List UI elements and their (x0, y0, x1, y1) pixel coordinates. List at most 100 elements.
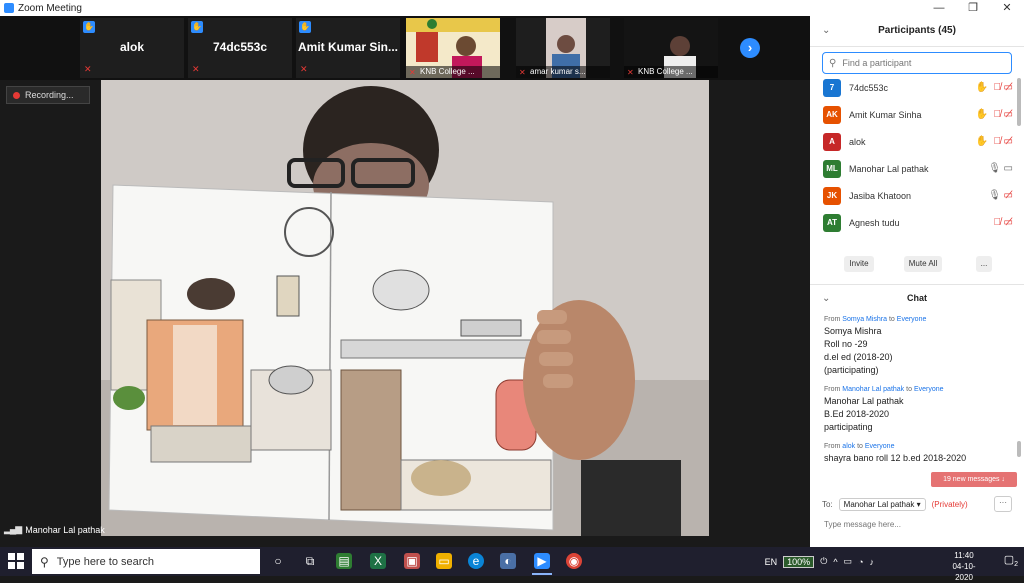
chat-message-meta: From alok to Everyone (824, 443, 895, 450)
recording-indicator[interactable]: Recording... (6, 86, 90, 104)
mic-muted-icon: ✕ (192, 64, 200, 74)
raised-hand-icon: ✋ (975, 109, 988, 120)
participant-row[interactable]: JK Jasiba Khatoon 🎙 ▭̸ (810, 184, 1015, 211)
windows-start-icon[interactable] (8, 553, 24, 569)
cortana-icon[interactable]: ○ (270, 553, 286, 569)
participant-name: 74dc553c (849, 83, 889, 93)
edge-icon[interactable]: e (468, 553, 484, 569)
participant-search-input[interactable] (840, 57, 1005, 69)
recipient-dropdown[interactable]: Manohar Lal pathak ▾ (838, 497, 926, 511)
window-title: Zoom Meeting (18, 2, 82, 14)
participant-row[interactable]: AK Amit Kumar Sinha ✋ 🎙̸ ▭̸ (810, 103, 1015, 130)
excel-icon[interactable]: X (370, 553, 386, 569)
close-button[interactable]: ✕ (990, 0, 1024, 16)
participant-row[interactable]: 7 74dc553c ✋ 🎙̸ ▭̸ (810, 76, 1015, 103)
battery-percentage[interactable]: 100% (783, 555, 815, 568)
chat-title: Chat (907, 293, 927, 303)
speaker-video-feed (101, 80, 709, 536)
participant-tile[interactable]: ✋ Amit Kumar Sin... ✕ (296, 18, 400, 78)
video-tile[interactable]: amar kumar s... ✕ (516, 18, 610, 78)
meeting-stage: ✋ alok ✕ ✋ 74dc553c ✕ ✋ Amit Kumar Sin..… (0, 16, 810, 547)
chat-line: B.Ed 2018-2020 (824, 409, 890, 419)
participant-name: Agnesh tudu (849, 218, 900, 228)
video-tile-caption: KNB College ... (624, 66, 718, 78)
video-tile[interactable]: KNB College ... ✕ (406, 18, 500, 78)
minimize-button[interactable]: — (922, 0, 956, 16)
clock-time: 11:40 (954, 551, 974, 560)
active-speaker-name: Manohar Lal pathak (25, 524, 105, 535)
mic-muted-icon[interactable]: 🎙̸ (994, 217, 1002, 228)
search-icon: ⚲ (829, 57, 837, 69)
chat-header: ⌄ Chat (810, 284, 1024, 311)
participant-strip: ✋ alok ✕ ✋ 74dc553c ✕ ✋ Amit Kumar Sin..… (0, 16, 810, 80)
chat-message-input[interactable] (822, 516, 1016, 532)
window-controls: — ❐ ✕ (922, 0, 1024, 16)
participant-name: Manohar Lal pathak (849, 164, 929, 174)
store-icon[interactable]: ▤ (336, 553, 352, 569)
power-icon[interactable]: ⏻ (820, 556, 827, 567)
video-tile[interactable]: KNB College ... ✕ (624, 18, 718, 78)
battery-icon[interactable]: ▭ (844, 556, 853, 567)
avatar: JK (823, 187, 841, 205)
raised-hand-icon: ✋ (299, 21, 311, 33)
invite-button[interactable]: Invite (844, 256, 874, 272)
participant-tile-name: 74dc553c (212, 40, 268, 54)
language-indicator[interactable]: EN (765, 557, 778, 567)
zoom-taskbar-icon[interactable]: ▶ (532, 553, 552, 575)
camera-on-icon[interactable]: ▭ (1004, 163, 1013, 174)
zoom-app-icon (4, 3, 14, 13)
avatar: AT (823, 214, 841, 232)
mic-muted-icon[interactable]: 🎙̸ (994, 136, 1002, 147)
app-icon[interactable]: ◐ (500, 553, 516, 569)
camera-off-icon[interactable]: ▭̸ (1004, 82, 1013, 93)
maximize-button[interactable]: ❐ (956, 0, 990, 16)
task-view-icon[interactable]: ⧉ (302, 553, 318, 569)
mute-all-button[interactable]: Mute All (904, 256, 942, 272)
chat-line: Manohar Lal pathak (824, 396, 904, 406)
taskbar-search[interactable]: ⚲ Type here to search (32, 549, 260, 574)
mic-muted-icon[interactable]: 🎙̸ (994, 109, 1002, 120)
volume-icon[interactable]: ♪ (870, 557, 875, 567)
chrome-icon[interactable]: ◉ (566, 553, 582, 569)
mic-muted-icon: ✕ (519, 68, 526, 77)
camera-off-icon[interactable]: ▭̸ (1004, 190, 1013, 201)
title-bar: Zoom Meeting — ❐ ✕ (0, 0, 1024, 16)
notification-center-icon[interactable]: ▢2 (1004, 553, 1018, 568)
raised-hand-icon: ✋ (975, 136, 988, 147)
participant-search[interactable]: ⚲ (822, 52, 1012, 74)
camera-off-icon[interactable]: ▭̸ (1004, 217, 1013, 228)
camera-off-icon[interactable]: ▭̸ (1004, 136, 1013, 147)
taskbar: ⚲ Type here to search ○ ⧉ ▤ X ▣ ▭ e ◐ ▶ … (0, 547, 1024, 582)
more-options-button[interactable]: ... (976, 256, 992, 272)
notification-count: 2 (1014, 561, 1018, 569)
recording-label: Recording... (25, 90, 74, 100)
next-page-button[interactable]: › (740, 38, 760, 58)
participant-row[interactable]: A alok ✋ 🎙̸ ▭̸ (810, 130, 1015, 157)
mic-muted-icon[interactable]: 🎙̸ (994, 82, 1002, 93)
chat-more-button[interactable]: ··· (994, 496, 1012, 512)
mic-muted-icon: ✕ (409, 68, 416, 77)
mic-on-icon[interactable]: 🎙 (988, 190, 1001, 201)
participants-scrollbar[interactable] (1017, 78, 1021, 126)
chat-line: Roll no -29 (824, 339, 868, 349)
network-icon[interactable]: ◔ (858, 557, 863, 567)
participants-header: ⌄ Participants (45) (810, 16, 1024, 47)
camera-off-icon[interactable]: ▭̸ (1004, 109, 1013, 120)
system-clock[interactable]: 11:40 04-10-2020 (944, 550, 984, 583)
office-app-icon[interactable]: ▣ (404, 553, 420, 569)
chevron-up-icon[interactable]: ^ (833, 557, 837, 567)
record-dot-icon (13, 92, 20, 100)
avatar: ML (823, 160, 841, 178)
active-speaker-video (101, 80, 709, 536)
participant-tile[interactable]: ✋ alok ✕ (80, 18, 184, 78)
raised-hand-icon: ✋ (191, 21, 203, 33)
new-messages-button[interactable]: 19 new messages ↓ (931, 472, 1017, 487)
participant-name: Jasiba Khatoon (849, 191, 912, 201)
file-explorer-icon[interactable]: ▭ (436, 553, 452, 569)
participant-row[interactable]: ML Manohar Lal pathak 🎙 ▭ (810, 157, 1015, 184)
chat-scrollbar[interactable] (1017, 441, 1021, 457)
participant-name: alok (849, 137, 866, 147)
mic-on-icon[interactable]: 🎙 (988, 163, 1001, 174)
participant-tile[interactable]: ✋ 74dc553c ✕ (188, 18, 292, 78)
participant-row[interactable]: AT Agnesh tudu 🎙̸ ▭̸ (810, 211, 1015, 238)
